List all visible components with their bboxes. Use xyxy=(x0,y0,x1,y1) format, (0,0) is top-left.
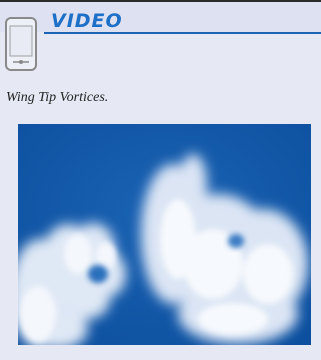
mobile-device-icon xyxy=(4,16,38,72)
video-label: VIDEO xyxy=(51,10,123,32)
figure-caption: Wing Tip Vortices. xyxy=(6,90,109,105)
wing-tip-vortices-photo xyxy=(18,124,311,345)
header-band xyxy=(0,2,321,32)
header-underline xyxy=(44,32,321,34)
